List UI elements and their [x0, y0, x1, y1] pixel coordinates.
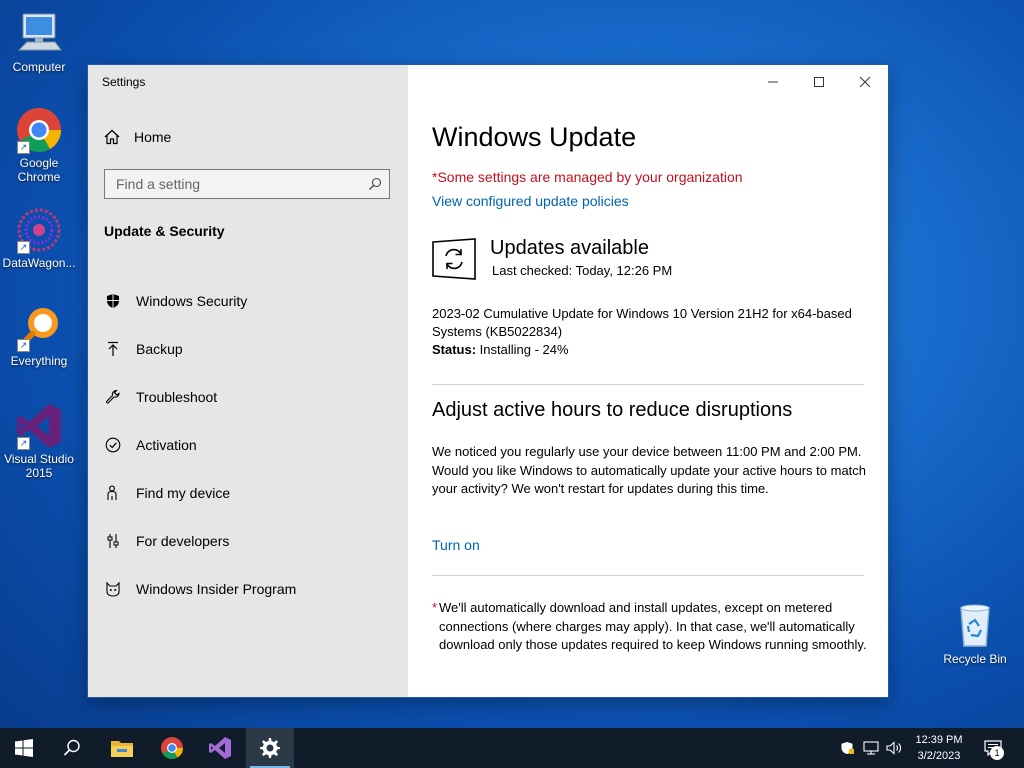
datawagon-icon: ↗ — [15, 206, 63, 254]
visual-studio-icon — [209, 737, 231, 759]
tray-network[interactable] — [860, 728, 882, 768]
shield-icon — [841, 742, 854, 754]
last-checked-text: Last checked: Today, 12:26 PM — [492, 263, 673, 278]
desktop-icon-google-chrome[interactable]: ↗ Google Chrome — [1, 106, 77, 184]
automatic-updates-note: * We'll automatically download and insta… — [432, 599, 872, 655]
sidebar-item-find-my-device[interactable]: Find my device — [104, 481, 230, 505]
wrench-icon — [104, 388, 122, 406]
status-value: Installing - 24% — [476, 342, 569, 357]
home-icon — [104, 129, 120, 145]
desktop-icon-label: Recycle Bin — [943, 652, 1007, 666]
turn-on-link[interactable]: Turn on — [432, 537, 480, 553]
maximize-button[interactable] — [804, 71, 834, 93]
person-locate-icon — [104, 484, 122, 502]
desktop-icon-datawagon[interactable]: ↗ DataWagon... — [1, 206, 77, 270]
visual-studio-icon: ↗ — [15, 402, 63, 450]
check-circle-icon — [104, 436, 122, 454]
desktop-icon-label: Google Chrome — [17, 156, 61, 184]
sidebar-item-label: For developers — [136, 533, 230, 549]
home-label: Home — [134, 129, 172, 145]
desktop-icon-everything[interactable]: ↗ Everything — [1, 304, 77, 368]
settings-gear-icon — [260, 738, 280, 758]
active-hours-paragraph: We noticed you regularly use your device… — [432, 444, 867, 496]
desktop-icon-label: Everything — [10, 354, 68, 368]
taskbar-chrome[interactable] — [148, 728, 196, 768]
view-policies-link[interactable]: View configured update policies — [432, 193, 629, 209]
everything-search-icon: ↗ — [15, 304, 63, 352]
search-icon — [63, 739, 80, 756]
search-input[interactable] — [105, 170, 366, 198]
notification-count-badge: 1 — [990, 746, 1004, 760]
active-hours-heading: Adjust active hours to reduce disruption… — [432, 399, 793, 421]
tray-volume[interactable] — [884, 728, 904, 768]
settings-content: Windows Update *Some settings are manage… — [408, 65, 888, 697]
sidebar-item-label: Windows Security — [136, 293, 248, 309]
taskbar: 12:39 PM 3/2/2023 — [0, 728, 1024, 768]
status-label: Status: — [432, 342, 477, 357]
clock-time: 12:39 PM — [915, 734, 963, 746]
clock-date: 3/2/2023 — [917, 750, 961, 762]
page-title: Windows Update — [432, 122, 637, 152]
sidebar-item-label: Troubleshoot — [136, 389, 218, 405]
taskbar-settings[interactable] — [246, 728, 294, 768]
sidebar-item-label: Windows Insider Program — [136, 581, 297, 597]
sidebar-item-home[interactable]: Home — [104, 129, 171, 145]
divider — [432, 575, 864, 576]
taskbar-visual-studio[interactable] — [196, 728, 244, 768]
sidebar-item-activation[interactable]: Activation — [104, 433, 197, 457]
start-button[interactable] — [0, 728, 48, 768]
sidebar-item-troubleshoot[interactable]: Troubleshoot — [104, 385, 217, 409]
taskbar-search-button[interactable] — [48, 728, 96, 768]
taskbar-file-explorer[interactable] — [98, 728, 146, 768]
update-heading: Updates available — [490, 237, 649, 259]
search-icon[interactable] — [368, 177, 382, 191]
sidebar-item-for-developers[interactable]: For developers — [104, 529, 229, 553]
close-icon — [859, 76, 871, 88]
sidebar-item-label: Backup — [136, 341, 183, 357]
recycle-bin-icon — [951, 602, 999, 650]
sidebar-item-windows-insider[interactable]: Windows Insider Program — [104, 577, 296, 601]
update-status: Status: Installing - 24% — [432, 342, 569, 357]
desktop-icon-label: Visual Studio 2015 — [4, 452, 74, 480]
section-title: Update & Security — [104, 223, 225, 239]
shield-icon — [104, 292, 122, 310]
update-description: 2023-02 Cumulative Update for Windows 10… — [432, 306, 852, 339]
desktop-icon-visual-studio[interactable]: ↗ Visual Studio 2015 — [1, 402, 77, 480]
volume-icon — [886, 741, 901, 755]
window-title: Settings — [102, 75, 146, 89]
computer-icon — [15, 10, 63, 58]
minimize-icon — [768, 81, 778, 83]
chrome-icon: ↗ — [15, 106, 63, 154]
chrome-icon — [161, 737, 183, 759]
divider — [432, 384, 864, 385]
update-sync-icon — [432, 238, 476, 285]
tray-security[interactable] — [838, 728, 856, 768]
developer-sliders-icon — [104, 532, 122, 550]
minimize-button[interactable] — [758, 71, 788, 93]
clock[interactable]: 12:39 PM 3/2/2023 — [902, 732, 976, 764]
managed-notice: *Some settings are managed by your organ… — [432, 169, 743, 185]
network-icon — [863, 741, 879, 755]
backup-arrow-icon — [104, 340, 122, 358]
close-button[interactable] — [850, 71, 880, 93]
start-icon — [15, 739, 33, 757]
footnote-star: * — [432, 600, 438, 615]
settings-sidebar: Settings Home Update & Security Windows … — [88, 65, 408, 697]
sidebar-item-label: Find my device — [136, 485, 231, 501]
file-explorer-icon — [111, 741, 133, 757]
desktop-icon-computer[interactable]: Computer — [1, 10, 77, 74]
settings-window[interactable]: Settings Home Update & Security Windows … — [88, 65, 888, 697]
desktop-icon-label: Computer — [12, 60, 66, 74]
desktop-icon-label: DataWagon... — [2, 256, 76, 270]
insider-cat-icon — [104, 580, 122, 598]
search-box[interactable] — [104, 169, 390, 199]
footnote-text: We'll automatically download and install… — [439, 600, 867, 652]
desktop-icon-recycle-bin[interactable]: Recycle Bin — [937, 602, 1013, 666]
sidebar-item-backup[interactable]: Backup — [104, 337, 183, 361]
sidebar-item-label: Activation — [136, 437, 197, 453]
sidebar-item-windows-security[interactable]: Windows Security — [104, 289, 247, 313]
maximize-icon — [814, 77, 824, 87]
